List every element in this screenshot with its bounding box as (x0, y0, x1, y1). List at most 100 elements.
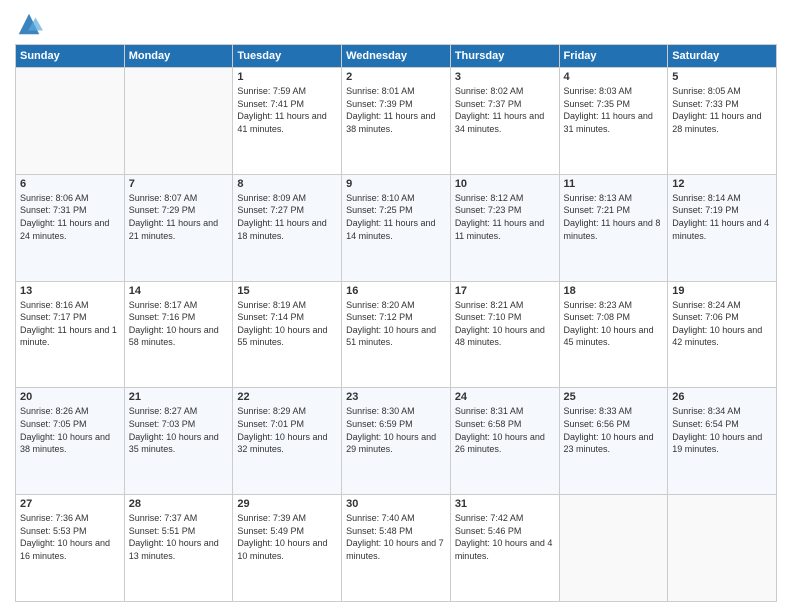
page: SundayMondayTuesdayWednesdayThursdayFrid… (0, 0, 792, 612)
day-info: Sunrise: 8:29 AM Sunset: 7:01 PM Dayligh… (237, 405, 337, 455)
calendar-cell: 24Sunrise: 8:31 AM Sunset: 6:58 PM Dayli… (450, 388, 559, 495)
calendar-cell: 23 Sunrise: 8:30 AM Sunset: 6:59 PM Dayli… (342, 388, 451, 495)
week-row-2: 13 Sunrise: 8:16 AM Sunset: 7:17 PM Dayli… (16, 281, 777, 388)
day-number: 4 (564, 71, 664, 83)
day-number: 22 (237, 391, 337, 403)
day-number: 18 (564, 285, 664, 297)
day-number: 12 (672, 178, 772, 190)
day-info: Sunrise: 7:59 AM Sunset: 7:41 PM Dayligh… (237, 85, 337, 135)
day-info: Sunrise: 7:42 AM Sunset: 5:46 PM Dayligh… (455, 512, 555, 562)
day-info: Sunrise: 8:10 AM Sunset: 7:25 PM Dayligh… (346, 192, 446, 242)
day-number: 3 (455, 71, 555, 83)
day-info: Sunrise: 8:17 AM Sunset: 7:16 PM Dayligh… (129, 299, 229, 349)
weekday-monday: Monday (124, 45, 233, 68)
calendar-cell: 17 Sunrise: 8:21 AM Sunset: 7:10 PM Dayli… (450, 281, 559, 388)
day-number: 23 (346, 391, 446, 403)
day-info: Sunrise: 8:16 AM Sunset: 7:17 PM Dayligh… (20, 299, 120, 349)
calendar-cell: 11 Sunrise: 8:13 AM Sunset: 7:21 PM Dayli… (559, 174, 668, 281)
day-info: Sunrise: 8:34 AM Sunset: 6:54 PM Dayligh… (672, 405, 772, 455)
day-info: Sunrise: 8:06 AM Sunset: 7:31 PM Dayligh… (20, 192, 120, 242)
calendar-cell: 10 Sunrise: 8:12 AM Sunset: 7:23 PM Dayli… (450, 174, 559, 281)
calendar-cell: 16 Sunrise: 8:20 AM Sunset: 7:12 PM Dayli… (342, 281, 451, 388)
day-info: Sunrise: 8:05 AM Sunset: 7:33 PM Dayligh… (672, 85, 772, 135)
day-number: 2 (346, 71, 446, 83)
day-info: Sunrise: 8:07 AM Sunset: 7:29 PM Dayligh… (129, 192, 229, 242)
calendar-cell: 29Sunrise: 7:39 AM Sunset: 5:49 PM Dayli… (233, 495, 342, 602)
calendar-cell (668, 495, 777, 602)
day-number: 19 (672, 285, 772, 297)
day-number: 26 (672, 391, 772, 403)
calendar-cell: 28 Sunrise: 7:37 AM Sunset: 5:51 PM Dayli… (124, 495, 233, 602)
day-number: 21 (129, 391, 229, 403)
day-number: 6 (20, 178, 120, 190)
calendar-cell: 25 Sunrise: 8:33 AM Sunset: 6:56 PM Dayli… (559, 388, 668, 495)
day-info: Sunrise: 7:36 AM Sunset: 5:53 PM Dayligh… (20, 512, 120, 562)
day-info: Sunrise: 8:27 AM Sunset: 7:03 PM Dayligh… (129, 405, 229, 455)
header (15, 10, 777, 38)
day-info: Sunrise: 8:02 AM Sunset: 7:37 PM Dayligh… (455, 85, 555, 135)
calendar-cell: 5Sunrise: 8:05 AM Sunset: 7:33 PM Daylig… (668, 68, 777, 175)
day-info: Sunrise: 8:33 AM Sunset: 6:56 PM Dayligh… (564, 405, 664, 455)
day-info: Sunrise: 8:14 AM Sunset: 7:19 PM Dayligh… (672, 192, 772, 242)
day-info: Sunrise: 7:40 AM Sunset: 5:48 PM Dayligh… (346, 512, 446, 562)
calendar-cell: 1 Sunrise: 7:59 AM Sunset: 7:41 PM Daylig… (233, 68, 342, 175)
calendar-cell (124, 68, 233, 175)
weekday-thursday: Thursday (450, 45, 559, 68)
day-number: 16 (346, 285, 446, 297)
day-number: 8 (237, 178, 337, 190)
day-number: 9 (346, 178, 446, 190)
day-number: 29 (237, 498, 337, 510)
calendar-cell: 22 Sunrise: 8:29 AM Sunset: 7:01 PM Dayli… (233, 388, 342, 495)
day-info: Sunrise: 8:03 AM Sunset: 7:35 PM Dayligh… (564, 85, 664, 135)
calendar-cell: 4 Sunrise: 8:03 AM Sunset: 7:35 PM Daylig… (559, 68, 668, 175)
day-info: Sunrise: 8:13 AM Sunset: 7:21 PM Dayligh… (564, 192, 664, 242)
weekday-tuesday: Tuesday (233, 45, 342, 68)
week-row-4: 27 Sunrise: 7:36 AM Sunset: 5:53 PM Dayli… (16, 495, 777, 602)
day-number: 17 (455, 285, 555, 297)
day-number: 30 (346, 498, 446, 510)
weekday-header-row: SundayMondayTuesdayWednesdayThursdayFrid… (16, 45, 777, 68)
day-info: Sunrise: 8:30 AM Sunset: 6:59 PM Dayligh… (346, 405, 446, 455)
weekday-sunday: Sunday (16, 45, 125, 68)
day-number: 27 (20, 498, 120, 510)
day-info: Sunrise: 7:37 AM Sunset: 5:51 PM Dayligh… (129, 512, 229, 562)
calendar-table: SundayMondayTuesdayWednesdayThursdayFrid… (15, 44, 777, 602)
calendar-cell: 7Sunrise: 8:07 AM Sunset: 7:29 PM Daylig… (124, 174, 233, 281)
day-number: 14 (129, 285, 229, 297)
day-info: Sunrise: 8:23 AM Sunset: 7:08 PM Dayligh… (564, 299, 664, 349)
calendar-cell: 30 Sunrise: 7:40 AM Sunset: 5:48 PM Dayli… (342, 495, 451, 602)
day-number: 1 (237, 71, 337, 83)
day-info: Sunrise: 8:21 AM Sunset: 7:10 PM Dayligh… (455, 299, 555, 349)
calendar-cell: 13 Sunrise: 8:16 AM Sunset: 7:17 PM Dayli… (16, 281, 125, 388)
day-info: Sunrise: 8:09 AM Sunset: 7:27 PM Dayligh… (237, 192, 337, 242)
week-row-3: 20Sunrise: 8:26 AM Sunset: 7:05 PM Dayli… (16, 388, 777, 495)
day-info: Sunrise: 8:24 AM Sunset: 7:06 PM Dayligh… (672, 299, 772, 349)
calendar-cell: 9 Sunrise: 8:10 AM Sunset: 7:25 PM Daylig… (342, 174, 451, 281)
calendar-cell: 15Sunrise: 8:19 AM Sunset: 7:14 PM Dayli… (233, 281, 342, 388)
calendar-cell: 3 Sunrise: 8:02 AM Sunset: 7:37 PM Daylig… (450, 68, 559, 175)
calendar-cell: 18 Sunrise: 8:23 AM Sunset: 7:08 PM Dayli… (559, 281, 668, 388)
day-number: 28 (129, 498, 229, 510)
day-info: Sunrise: 8:19 AM Sunset: 7:14 PM Dayligh… (237, 299, 337, 349)
calendar-cell: 19 Sunrise: 8:24 AM Sunset: 7:06 PM Dayli… (668, 281, 777, 388)
calendar-cell: 20Sunrise: 8:26 AM Sunset: 7:05 PM Dayli… (16, 388, 125, 495)
calendar-cell (559, 495, 668, 602)
calendar-cell: 27 Sunrise: 7:36 AM Sunset: 5:53 PM Dayli… (16, 495, 125, 602)
calendar-cell: 31 Sunrise: 7:42 AM Sunset: 5:46 PM Dayli… (450, 495, 559, 602)
day-info: Sunrise: 8:12 AM Sunset: 7:23 PM Dayligh… (455, 192, 555, 242)
calendar-cell: 12 Sunrise: 8:14 AM Sunset: 7:19 PM Dayli… (668, 174, 777, 281)
weekday-saturday: Saturday (668, 45, 777, 68)
day-number: 10 (455, 178, 555, 190)
day-number: 11 (564, 178, 664, 190)
calendar-cell (16, 68, 125, 175)
week-row-1: 6 Sunrise: 8:06 AM Sunset: 7:31 PM Daylig… (16, 174, 777, 281)
week-row-0: 1 Sunrise: 7:59 AM Sunset: 7:41 PM Daylig… (16, 68, 777, 175)
day-info: Sunrise: 8:20 AM Sunset: 7:12 PM Dayligh… (346, 299, 446, 349)
day-info: Sunrise: 8:01 AM Sunset: 7:39 PM Dayligh… (346, 85, 446, 135)
day-number: 31 (455, 498, 555, 510)
day-number: 13 (20, 285, 120, 297)
calendar-cell: 21 Sunrise: 8:27 AM Sunset: 7:03 PM Dayli… (124, 388, 233, 495)
day-number: 25 (564, 391, 664, 403)
calendar-cell: 6 Sunrise: 8:06 AM Sunset: 7:31 PM Daylig… (16, 174, 125, 281)
calendar-cell: 2 Sunrise: 8:01 AM Sunset: 7:39 PM Daylig… (342, 68, 451, 175)
